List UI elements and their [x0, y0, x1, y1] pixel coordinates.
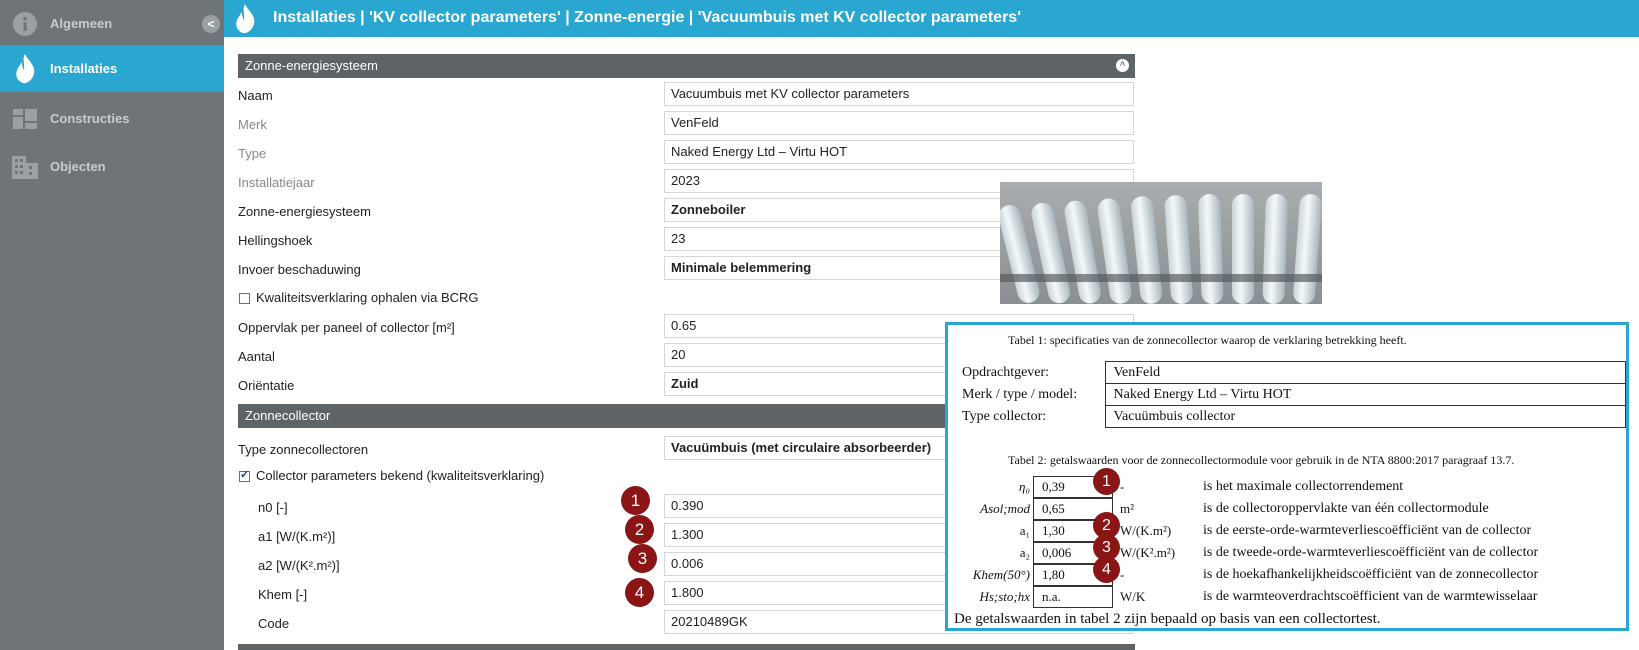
annotation-badge: 4	[1093, 556, 1120, 583]
info-icon	[10, 9, 40, 39]
label-beschaduwing: Invoer beschaduwing	[238, 262, 361, 277]
annotation-badge: 3	[628, 544, 657, 573]
label-code: Code	[258, 616, 290, 631]
sidebar-item-objecten[interactable]: Objecten	[0, 143, 224, 190]
param-unit: m²	[1120, 501, 1135, 516]
param-unit: W/K	[1120, 589, 1146, 604]
label-orientatie: Oriëntatie	[238, 378, 295, 393]
constructions-icon	[10, 104, 40, 134]
label-n0: n0 [-]	[258, 500, 288, 515]
param-value: n.a.	[1033, 586, 1113, 608]
param-row: a₁ 1,30 W/(K.m²) is de eerste-orde-warmt…	[948, 520, 1628, 542]
sidebar-item-label: Algemeen	[50, 16, 113, 31]
table-row: Merk / type / model: Naked Energy Ltd – …	[962, 383, 1626, 406]
building-icon	[10, 152, 40, 182]
sidebar-item-label: Installaties	[50, 61, 118, 76]
table-key: Type collector:	[962, 408, 1047, 424]
sidebar-item-algemeen[interactable]: Algemeen <	[0, 0, 224, 47]
table-key: Opdrachtgever:	[962, 364, 1050, 380]
param-symbol: a₁	[1019, 523, 1030, 538]
page-title: Installaties | 'KV collector parameters'…	[273, 9, 1022, 26]
title-bar: Installaties | 'KV collector parameters'…	[224, 0, 1639, 37]
sidebar: Algemeen < Installaties Constructies Obj…	[0, 0, 224, 650]
collapse-sidebar-button[interactable]: <	[202, 14, 220, 33]
sidebar-item-constructies[interactable]: Constructies	[0, 95, 224, 142]
collector-parameters-checkbox[interactable]	[239, 468, 250, 482]
param-description: is de collectoroppervlakte van één colle…	[1203, 501, 1489, 516]
table-key: Merk / type / model:	[962, 386, 1078, 402]
table1-caption: Tabel 1: specificaties van de zonnecolle…	[1008, 333, 1407, 347]
param-symbol: Khem(50°)	[972, 567, 1030, 582]
merk-input[interactable]: VenFeld	[664, 111, 1134, 135]
label-merk: Merk	[238, 117, 267, 132]
annotation-badge: 4	[625, 578, 654, 607]
section-title: Zonnecollector	[245, 408, 331, 423]
param-row: a₂ 0,006 W/(K².m²) is de tweede-orde-war…	[948, 542, 1628, 564]
label-hellingshoek: Hellingshoek	[238, 233, 313, 248]
param-description: is de tweede-orde-warmteverliescoëfficië…	[1203, 545, 1539, 560]
param-description: is het maximale collectorrendement	[1203, 479, 1404, 494]
annotation-badge: 1	[621, 486, 650, 515]
quality-declaration-overlay: Tabel 1: specificaties van de zonnecolle…	[945, 322, 1629, 631]
label-zonne-energiesysteem: Zonne-energiesysteem	[238, 204, 371, 219]
param-description: is de eerste-orde-warmteverliescoëfficië…	[1203, 523, 1532, 538]
type-input[interactable]: Naked Energy Ltd – Virtu HOT	[664, 140, 1134, 164]
table-value: VenFeld	[1104, 361, 1626, 384]
sidebar-item-installaties[interactable]: Installaties	[0, 45, 224, 92]
label-installatiejaar: Installatiejaar	[238, 175, 315, 190]
naam-input[interactable]: Vacuumbuis met KV collector parameters	[664, 82, 1134, 106]
sidebar-item-label: Objecten	[50, 159, 106, 174]
param-row: Khem(50°) 1,80 - is de hoekafhankelijkhe…	[948, 564, 1628, 586]
table-row: Opdrachtgever: VenFeld	[962, 361, 1626, 384]
bcrg-checkbox-label: Kwaliteitsverklaring ophalen via BCRG	[256, 290, 479, 305]
table-value: Naked Energy Ltd – Virtu HOT	[1104, 383, 1626, 406]
annotation-badge: 2	[625, 515, 654, 544]
flame-icon	[10, 53, 40, 84]
param-row: η₀ 0,39 - is het maximale collectorrende…	[948, 476, 1628, 498]
label-aantal: Aantal	[238, 349, 275, 364]
section-title: Zonne-energiesysteem	[245, 58, 378, 73]
table-row: Type collector: Vacuümbuis collector	[962, 405, 1626, 428]
param-row: Asol;mod 0,65 m² is de collectoroppervla…	[948, 498, 1628, 520]
section-header-next	[238, 644, 1135, 650]
collector-parameters-label: Collector parameters bekend (kwaliteitsv…	[256, 468, 545, 483]
collapse-section-icon[interactable]: ^	[1116, 59, 1129, 72]
table-footnote: De getalswaarden in tabel 2 zijn bepaald…	[954, 611, 1381, 627]
label-a1: a1 [W/(K.m²)]	[258, 529, 336, 544]
flame-icon	[232, 3, 258, 40]
table-value: Vacuümbuis collector	[1104, 405, 1626, 428]
param-symbol: η₀	[1019, 479, 1030, 494]
label-oppervlak: Oppervlak per paneel of collector [m²]	[238, 320, 455, 335]
table2-caption: Tabel 2: getalswaarden voor de zonnecoll…	[1008, 453, 1515, 467]
param-symbol: Hs;sto;hx	[979, 589, 1030, 604]
param-unit: -	[1120, 567, 1125, 582]
label-naam: Naam	[238, 88, 273, 103]
section-header-zonne-energiesysteem[interactable]: Zonne-energiesysteem ^	[238, 54, 1135, 78]
specs-table: Opdrachtgever: VenFeld Merk / type / mod…	[962, 361, 1626, 428]
param-row: Hs;sto;hx n.a. W/K is de warmteoverdrach…	[948, 586, 1628, 608]
param-unit: W/(K.m²)	[1120, 523, 1172, 538]
param-description: is de hoekafhankelijkheidscoëfficiënt va…	[1203, 567, 1539, 582]
param-symbol: a₂	[1019, 545, 1030, 560]
sidebar-item-label: Constructies	[50, 111, 130, 126]
param-unit: -	[1120, 479, 1125, 494]
annotation-badge: 1	[1093, 468, 1120, 495]
param-unit: W/(K².m²)	[1120, 545, 1176, 560]
label-type: Type	[238, 146, 267, 161]
bcrg-checkbox[interactable]	[239, 293, 250, 304]
label-khem: Khem [-]	[258, 587, 308, 602]
param-symbol: Asol;mod	[980, 501, 1030, 516]
label-a2: a2 [W/(K².m²)]	[258, 558, 340, 573]
param-description: is de warmteoverdrachtscoëfficient van d…	[1203, 589, 1538, 604]
vacuum-tube-collector-photo	[1000, 182, 1322, 304]
label-type-zonnecollectoren: Type zonnecollectoren	[238, 442, 369, 457]
